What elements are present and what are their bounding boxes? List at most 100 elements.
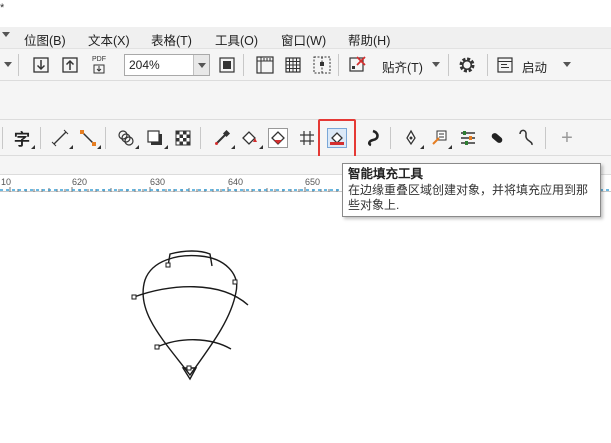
alignment-icon — [461, 131, 475, 145]
pen-icon — [406, 129, 416, 146]
zoom-level-value: 204% — [129, 58, 160, 72]
property-bar — [0, 81, 611, 120]
menu-tools[interactable]: 工具(O) — [215, 30, 258, 49]
dimension-tool-icon — [51, 129, 69, 147]
separator — [200, 127, 201, 149]
separator — [487, 54, 488, 76]
connector-tool-button[interactable] — [78, 128, 101, 149]
full-screen-icon — [219, 57, 235, 73]
drop-shadow-tool-button[interactable] — [145, 128, 168, 149]
snap-off-button[interactable] — [346, 54, 368, 76]
eraser-icon — [491, 133, 503, 143]
application-launcher-icon — [497, 57, 513, 73]
import-button[interactable] — [30, 54, 52, 76]
dimension-tool-button[interactable] — [50, 128, 73, 149]
separator — [338, 54, 339, 76]
separator — [105, 127, 106, 149]
balloon-top-cap — [167, 250, 213, 267]
menu-bar: 位图(B) 文本(X) 表格(T) 工具(O) 窗口(W) 帮助(H) — [0, 27, 611, 49]
bspline-icon — [519, 129, 533, 146]
transparency-tool-icon — [175, 130, 191, 146]
standard-toolbar: PDF 204% 贴齐(T) 启动 — [0, 49, 611, 81]
separator — [545, 127, 546, 149]
launch-dropdown-icon[interactable] — [563, 62, 571, 67]
eyedropper-tool-button[interactable] — [212, 128, 235, 149]
smart-fill-highlight-box — [318, 119, 356, 158]
interactive-fill-icon — [242, 131, 257, 145]
toolbar-dropdown-caret-icon[interactable] — [4, 62, 12, 67]
options-button[interactable] — [456, 54, 478, 76]
coreldraw-window: * 位图(B) 文本(X) 表格(T) 工具(O) 窗口(W) 帮助(H) PD… — [0, 0, 611, 443]
blend-tool-button[interactable] — [116, 128, 139, 149]
transparency-tool-button[interactable] — [173, 128, 193, 148]
full-screen-preview-button[interactable] — [216, 54, 238, 76]
plus-icon: + — [561, 127, 573, 149]
node-handle — [232, 279, 238, 285]
launch-button-icon[interactable] — [494, 54, 516, 76]
grid-icon — [285, 57, 301, 73]
zoom-dropdown-icon[interactable] — [193, 55, 209, 75]
menu-text[interactable]: 文本(X) — [88, 30, 130, 49]
menu-bitmap[interactable]: 位图(B) — [24, 30, 66, 49]
alignment-guides-button[interactable] — [458, 128, 478, 148]
export-button[interactable] — [59, 54, 81, 76]
balloon-arc-upper — [133, 286, 249, 306]
eyedropper-icon — [215, 129, 231, 145]
smart-fill-tooltip: 智能填充工具 在边缘重叠区域创建对象，并将填充应用到那些对象上. — [342, 163, 601, 217]
export-icon — [62, 57, 78, 73]
blend-tool-icon — [118, 130, 134, 146]
connector-tool-icon — [80, 130, 96, 146]
show-guidelines-button[interactable] — [311, 54, 333, 76]
title-strip: * — [0, 0, 611, 27]
separator — [40, 127, 41, 149]
node-handle — [131, 294, 137, 300]
snap-to-button[interactable]: 贴齐(T) — [382, 57, 423, 76]
attributes-eyedropper-icon — [432, 130, 447, 145]
publish-pdf-button[interactable]: PDF — [88, 54, 110, 76]
menu-window[interactable]: 窗口(W) — [281, 30, 326, 49]
drawing-canvas[interactable] — [0, 192, 611, 443]
guidelines-icon — [313, 56, 331, 74]
balloon-outline — [142, 254, 238, 377]
tooltip-description: 在边缘重叠区域创建对象，并将填充应用到那些对象上. — [348, 183, 589, 212]
smart-fill-alt-tool-button[interactable] — [268, 128, 288, 148]
separator — [2, 127, 3, 149]
zoom-level-select[interactable]: 204% — [124, 54, 210, 76]
add-tool-button[interactable]: + — [557, 128, 577, 148]
shape-tool-button[interactable] — [487, 128, 507, 148]
attributes-eyedropper-button[interactable] — [429, 128, 452, 149]
node-handle — [186, 365, 192, 371]
text-tool-button[interactable]: 字 — [12, 128, 35, 149]
interactive-fill-tool-button[interactable] — [240, 128, 263, 149]
node-handle — [154, 344, 160, 350]
contour-tool-button[interactable] — [363, 128, 383, 148]
separator — [448, 54, 449, 76]
menu-table[interactable]: 表格(T) — [151, 30, 192, 49]
rulers-icon — [256, 56, 274, 74]
show-rulers-button[interactable] — [254, 54, 276, 76]
tooltip-title: 智能填充工具 — [348, 167, 424, 181]
mesh-fill-icon — [300, 131, 314, 145]
gear-icon — [459, 57, 475, 73]
drawing-shapes — [131, 250, 249, 381]
text-tool-icon: 字 — [13, 130, 30, 149]
separator — [390, 127, 391, 149]
separator — [243, 54, 244, 76]
contour-icon — [367, 129, 379, 147]
separator — [18, 54, 19, 76]
pen-tool-button[interactable] — [401, 128, 424, 149]
menu-help[interactable]: 帮助(H) — [348, 30, 390, 49]
snap-off-icon — [349, 56, 366, 72]
pdf-label: PDF — [92, 56, 106, 63]
import-icon — [33, 57, 49, 73]
mesh-fill-tool-button[interactable] — [297, 128, 317, 148]
window-title: * — [0, 2, 5, 14]
drop-shadow-icon — [147, 130, 162, 145]
toolbox: 字 + — [0, 120, 611, 156]
show-grid-button[interactable] — [282, 54, 304, 76]
launch-button[interactable]: 启动 — [522, 57, 547, 76]
pdf-icon — [93, 64, 105, 74]
menu-scroll-left-icon[interactable] — [2, 32, 10, 37]
bspline-tool-button[interactable] — [516, 128, 536, 148]
snap-dropdown-icon[interactable] — [432, 62, 440, 67]
